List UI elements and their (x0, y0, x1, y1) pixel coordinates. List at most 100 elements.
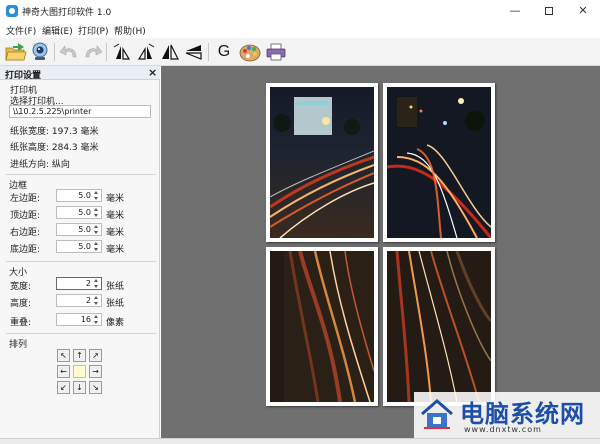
arrange-top-left-button[interactable]: ↖ (57, 349, 70, 362)
maximize-icon (545, 7, 553, 15)
stepper-arrows-icon[interactable] (93, 191, 100, 201)
menu-edit[interactable]: 编辑(E) (42, 24, 73, 37)
webcam-button[interactable] (28, 41, 52, 63)
preview-canvas[interactable] (161, 66, 600, 438)
size-height-stepper[interactable]: 2 (56, 294, 102, 307)
stepper-arrows-icon[interactable] (93, 296, 100, 306)
stepper-arrows-icon[interactable] (93, 279, 100, 289)
arrange-top-button[interactable]: ↑ (73, 349, 86, 362)
arrange-bottom-button[interactable]: ↓ (73, 381, 86, 394)
arrange-right-button[interactable]: → (89, 365, 102, 378)
watermark-url: www.dnxtw.com (464, 425, 542, 434)
palette-button[interactable] (238, 41, 262, 63)
stepper-arrows-icon[interactable] (93, 208, 100, 218)
menu-file[interactable]: 文件(F) (6, 24, 36, 37)
arrange-bottom-right-button[interactable]: ↘ (89, 381, 102, 394)
size-width-label: 宽度: (10, 282, 32, 292)
app-icon (6, 5, 18, 17)
margin-top-unit: 毫米 (106, 211, 125, 221)
overlap-value: 16 (80, 315, 91, 324)
mirror-icon (162, 44, 179, 60)
print-settings-panel: 打印设置 × 打印机 选择打印机... \\10.2.5.225\printer… (0, 66, 160, 438)
group-divider (6, 333, 156, 334)
print-page-tile[interactable] (383, 247, 495, 406)
margin-right-label: 右边距: (10, 228, 41, 238)
panel-title: 打印设置 (5, 71, 42, 81)
menu-print[interactable]: 打印(P) (78, 24, 108, 37)
margin-right-stepper[interactable]: 5.0 (56, 223, 102, 236)
arrange-left-button[interactable]: ← (57, 365, 70, 378)
title-bar: 神奇大图打印软件 1.0 — ✕ (0, 0, 600, 22)
toolbar-separator (54, 43, 55, 61)
maximize-button[interactable] (532, 0, 566, 22)
size-height-label: 高度: (10, 299, 32, 309)
margin-bottom-stepper[interactable]: 5.0 (56, 240, 102, 253)
margins-heading: 边框 (9, 181, 28, 191)
paper-width-text: 纸张宽度: 197.3 毫米 (10, 127, 99, 137)
open-button[interactable] (4, 41, 28, 63)
mirror-button[interactable] (158, 41, 182, 63)
photo-tile-top-left (270, 87, 374, 238)
watermark-title: 电脑系统网 (460, 399, 585, 428)
panel-close-button[interactable]: × (148, 66, 157, 79)
overlap-stepper[interactable]: 16 (56, 313, 102, 326)
size-heading: 大小 (9, 268, 28, 278)
undo-icon (59, 45, 77, 58)
margin-right-value: 5.0 (78, 225, 91, 234)
margin-left-label: 左边距: (10, 194, 41, 204)
margin-bottom-value: 5.0 (78, 242, 91, 251)
flip-left-button[interactable] (110, 41, 134, 63)
group-divider (6, 261, 156, 262)
size-width-stepper[interactable]: 2 (56, 277, 102, 290)
panel-header: 打印设置 × (0, 66, 160, 81)
photo-tile-bottom-right (387, 251, 491, 402)
rotate-icon (185, 45, 202, 60)
undo-button[interactable] (58, 41, 82, 63)
house-logo-icon (421, 399, 453, 429)
toolbar-separator (106, 43, 107, 61)
arrange-center-button[interactable] (73, 365, 86, 378)
printer-path-field[interactable]: \\10.2.5.225\printer ... (9, 105, 151, 118)
palette-icon (239, 44, 261, 62)
print-icon (266, 43, 286, 61)
g-icon: G (217, 43, 231, 60)
stepper-arrows-icon[interactable] (93, 225, 100, 235)
print-page-tile[interactable] (266, 247, 378, 406)
menu-bar: 文件(F) 编辑(E) 打印(P) 帮助(H) (0, 22, 600, 38)
margin-top-value: 5.0 (78, 208, 91, 217)
window-title: 神奇大图打印软件 1.0 (22, 8, 112, 18)
minimize-button[interactable]: — (498, 0, 532, 22)
redo-button[interactable] (80, 41, 104, 63)
print-page-tile[interactable] (266, 83, 378, 242)
arrange-bottom-left-button[interactable]: ↙ (57, 381, 70, 394)
margin-left-stepper[interactable]: 5.0 (56, 189, 102, 202)
flip-right-icon (137, 43, 155, 60)
margin-left-value: 5.0 (78, 191, 91, 200)
stepper-arrows-icon[interactable] (93, 315, 100, 325)
overlap-label: 重叠: (10, 318, 32, 328)
flip-right-button[interactable] (134, 41, 158, 63)
toolbar-separator (208, 43, 209, 61)
photo-tile-bottom-left (270, 251, 374, 402)
open-icon (5, 43, 27, 61)
print-page-tile[interactable] (383, 83, 495, 242)
g-button[interactable]: G (212, 41, 236, 63)
close-button[interactable]: ✕ (566, 0, 600, 22)
paper-height-text: 纸张高度: 284.3 毫米 (10, 143, 99, 153)
redo-icon (85, 45, 103, 58)
menu-help[interactable]: 帮助(H) (114, 24, 146, 37)
browse-printer-button[interactable]: ... (13, 107, 147, 116)
size-height-unit: 张纸 (106, 299, 125, 309)
toolbar: G (0, 38, 600, 66)
margin-top-stepper[interactable]: 5.0 (56, 206, 102, 219)
webcam-icon (32, 42, 48, 60)
stepper-arrows-icon[interactable] (93, 242, 100, 252)
arrange-top-right-button[interactable]: ↗ (89, 349, 102, 362)
margin-bottom-unit: 毫米 (106, 245, 125, 255)
group-divider (6, 174, 156, 175)
rotate-button[interactable] (182, 41, 206, 63)
print-button[interactable] (264, 41, 288, 63)
size-height-value: 2 (85, 296, 91, 305)
overlap-unit: 像素 (106, 318, 125, 328)
margin-left-unit: 毫米 (106, 194, 125, 204)
